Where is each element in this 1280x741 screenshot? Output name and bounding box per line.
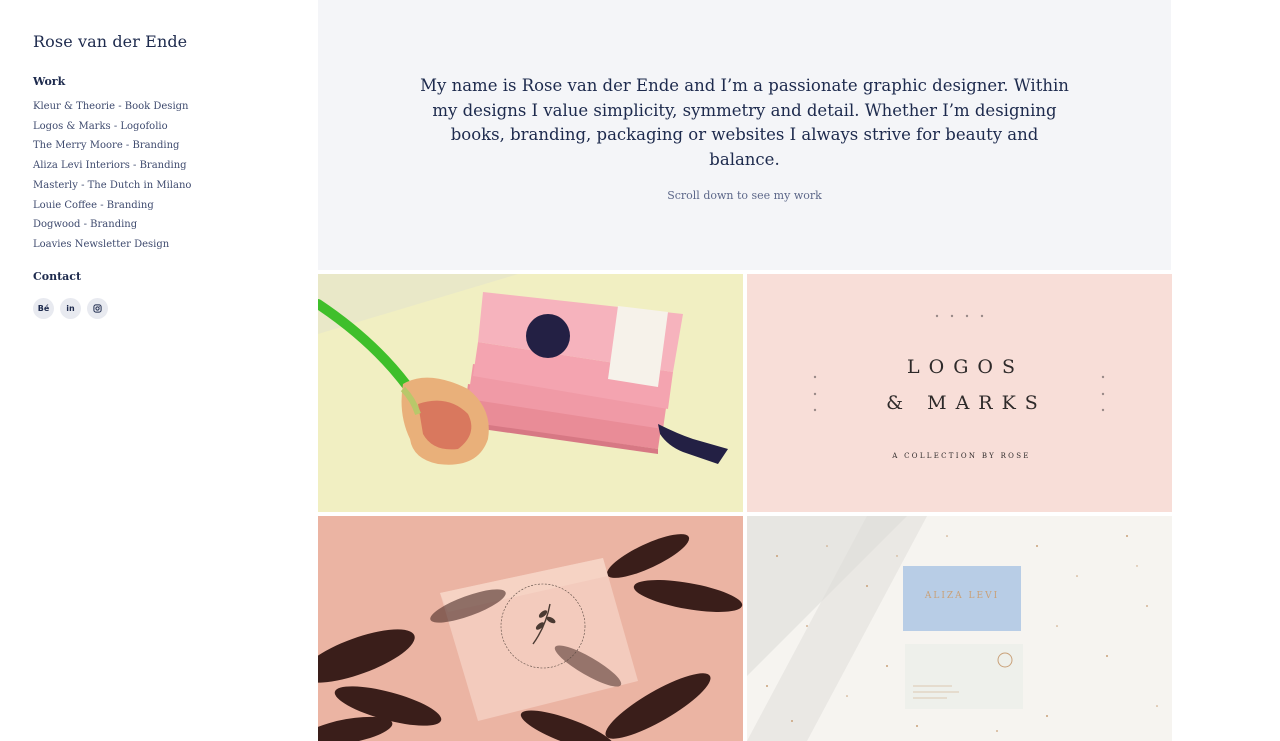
intro-text: My name is Rose van der Ende and I’m a p… xyxy=(420,76,1069,169)
nav-item-aliza-levi[interactable]: Aliza Levi Interiors - Branding xyxy=(33,156,318,176)
project-tile-kleur-theorie[interactable] xyxy=(318,274,743,512)
nav-item-merry-moore[interactable]: The Merry Moore - Branding xyxy=(33,136,318,156)
project-tile-logos-marks[interactable]: LOGOS & MARKS A COLLECTION BY ROSE xyxy=(747,274,1172,512)
sidebar: Rose van der Ende Work Kleur & Theorie -… xyxy=(0,0,318,741)
work-heading[interactable]: Work xyxy=(33,75,318,88)
behance-icon[interactable]: Bé xyxy=(33,297,54,319)
hero-intro: My name is Rose van der Ende and I’m a p… xyxy=(318,0,1171,270)
nav-item-dogwood[interactable]: Dogwood - Branding xyxy=(33,215,318,235)
scroll-hint: Scroll down to see my work xyxy=(667,189,822,202)
instagram-icon[interactable] xyxy=(87,297,108,319)
logos-subtitle: A COLLECTION BY ROSE xyxy=(892,452,1031,460)
books-photo xyxy=(318,274,743,512)
nav-item-kleur-theorie[interactable]: Kleur & Theorie - Book Design xyxy=(33,97,318,117)
instagram-glyph xyxy=(93,304,102,313)
merry-moore-photo xyxy=(318,516,743,741)
logos-title-line2: & MARKS xyxy=(886,392,1047,414)
project-tile-merry-moore[interactable] xyxy=(318,516,743,741)
nav-item-loavies[interactable]: Loavies Newsletter Design xyxy=(33,235,318,255)
contact-link[interactable]: Contact xyxy=(33,270,318,283)
nav-item-louie-coffee[interactable]: Louie Coffee - Branding xyxy=(33,196,318,216)
aliza-levi-photo xyxy=(747,516,1172,741)
work-nav-list: Kleur & Theorie - Book Design Logos & Ma… xyxy=(33,97,318,255)
nav-item-logos-marks[interactable]: Logos & Marks - Logofolio xyxy=(33,117,318,137)
project-tile-aliza-levi[interactable]: ALIZA LEVI xyxy=(747,516,1172,741)
linkedin-icon[interactable]: in xyxy=(60,297,81,319)
aliza-card-text: ALIZA LEVI xyxy=(924,591,1000,601)
nav-item-masterly[interactable]: Masterly - The Dutch in Milano xyxy=(33,176,318,196)
site-title-link[interactable]: Rose van der Ende xyxy=(33,32,318,51)
logos-title-line1: LOGOS xyxy=(907,356,1024,378)
social-links: Bé in xyxy=(33,297,318,319)
